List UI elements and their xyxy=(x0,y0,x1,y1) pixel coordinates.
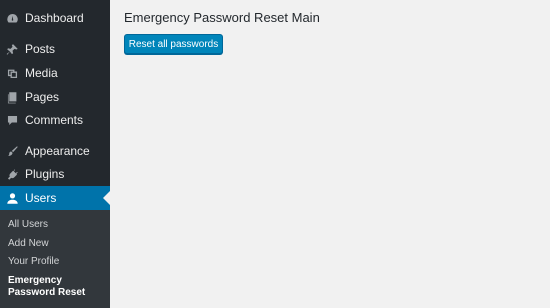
submenu-item-your-profile[interactable]: Your Profile xyxy=(8,256,59,267)
pin-icon xyxy=(5,42,19,56)
page-title: Emergency Password Reset Main xyxy=(124,10,320,25)
paintbrush-icon xyxy=(5,144,19,158)
submenu-item-all-users[interactable]: All Users xyxy=(8,219,48,230)
submenu-item-add-new[interactable]: Add New xyxy=(8,238,49,249)
comment-icon xyxy=(5,113,19,127)
user-icon xyxy=(5,191,19,205)
sidebar-item-dashboard[interactable]: Dashboard xyxy=(0,6,110,30)
sidebar-item-media[interactable]: Media xyxy=(0,61,110,85)
sidebar-item-appearance[interactable]: Appearance xyxy=(0,139,110,163)
admin-sidebar: Dashboard Posts Media Pages Comments App… xyxy=(0,0,110,308)
plugin-icon xyxy=(5,167,19,181)
sidebar-item-label: Dashboard xyxy=(25,11,84,25)
users-submenu: All Users Add New Your Profile Emergency… xyxy=(0,210,110,308)
pages-icon xyxy=(5,90,19,104)
sidebar-item-label: Media xyxy=(25,66,58,80)
sidebar-item-label: Appearance xyxy=(25,144,90,158)
sidebar-item-users[interactable]: Users xyxy=(0,186,110,210)
reset-all-passwords-button[interactable]: Reset all passwords xyxy=(124,34,223,54)
sidebar-item-plugins[interactable]: Plugins xyxy=(0,162,110,186)
sidebar-item-posts[interactable]: Posts xyxy=(0,37,110,61)
dashboard-icon xyxy=(5,11,19,25)
sidebar-item-label: Comments xyxy=(25,113,84,127)
sidebar-item-label: Users xyxy=(25,191,57,205)
media-icon xyxy=(5,66,19,80)
sidebar-item-label: Posts xyxy=(25,42,56,56)
sidebar-item-label: Pages xyxy=(25,90,60,104)
sidebar-item-label: Plugins xyxy=(25,167,65,181)
submenu-item-emergency-password-reset[interactable]: Emergency Password Reset xyxy=(8,275,90,299)
sidebar-item-comments[interactable]: Comments xyxy=(0,108,110,132)
sidebar-item-pages[interactable]: Pages xyxy=(0,85,110,109)
